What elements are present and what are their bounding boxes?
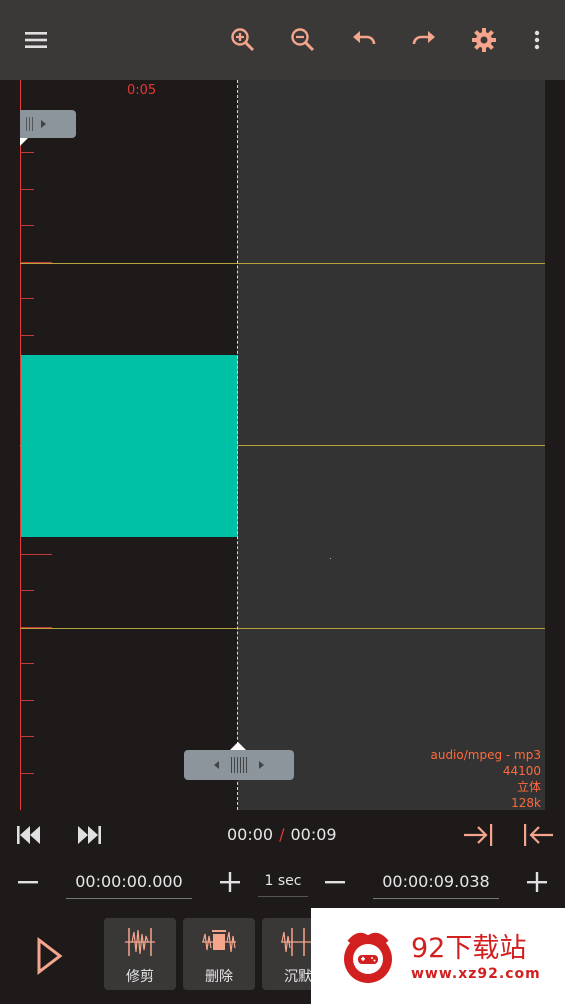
more-vert-icon[interactable] bbox=[517, 20, 557, 60]
top-app-bar bbox=[0, 0, 565, 80]
time-separator: / bbox=[279, 825, 285, 844]
channel-mode: 立体 bbox=[516, 780, 541, 794]
bitrate: 128k bbox=[511, 796, 541, 810]
ruler-tick bbox=[20, 152, 34, 153]
ruler-tick bbox=[20, 189, 34, 190]
ruler-tick bbox=[20, 554, 52, 555]
redo-icon[interactable] bbox=[404, 20, 444, 60]
ruler-tick bbox=[20, 225, 34, 226]
end-minus-icon[interactable] bbox=[321, 868, 349, 896]
settings-icon[interactable] bbox=[464, 20, 504, 60]
trim-button[interactable]: 修剪 bbox=[104, 918, 176, 990]
sample-rate: 44100 bbox=[502, 764, 541, 778]
menu-icon[interactable] bbox=[16, 20, 56, 60]
ruler-tick bbox=[20, 335, 34, 336]
file-info: audio/mpeg - mp3 44100 立体 128k bbox=[430, 747, 541, 811]
total-time: 00:09 bbox=[290, 825, 337, 844]
ruler-tick bbox=[20, 736, 34, 737]
waveform-selection bbox=[21, 355, 238, 537]
ruler-tick bbox=[20, 773, 34, 774]
set-start-arrow-icon[interactable] bbox=[521, 822, 555, 848]
playback-time: 00:00 / 00:09 bbox=[227, 825, 337, 844]
undo-icon[interactable] bbox=[344, 20, 384, 60]
set-end-arrow-icon[interactable] bbox=[462, 822, 496, 848]
channel-guide-line bbox=[20, 628, 545, 629]
delete-button[interactable]: 删除 bbox=[183, 918, 255, 990]
waveform-view[interactable]: 0:05 audio/mpeg - mp3 44100 立体 128k bbox=[0, 80, 565, 810]
play-icon[interactable] bbox=[34, 936, 64, 976]
start-minus-icon[interactable] bbox=[14, 868, 42, 896]
watermark-url: www.xz92.com bbox=[411, 966, 541, 982]
end-plus-icon[interactable] bbox=[523, 868, 551, 896]
ruler-tick bbox=[20, 700, 34, 701]
waveform-sample bbox=[330, 558, 331, 559]
current-time: 00:00 bbox=[227, 825, 274, 844]
time-marker-label: 0:05 bbox=[127, 83, 157, 98]
ruler-tick bbox=[20, 663, 34, 664]
skip-to-end-icon[interactable] bbox=[74, 822, 104, 848]
step-size[interactable]: 1 sec bbox=[258, 873, 308, 897]
waveform-margin bbox=[545, 80, 565, 810]
zoom-in-icon[interactable] bbox=[223, 20, 263, 60]
delete-label: 删除 bbox=[205, 969, 233, 985]
silence-label: 沉默 bbox=[284, 969, 312, 985]
start-time-field[interactable]: 00:00:00.000 bbox=[66, 869, 192, 899]
start-flag-icon bbox=[20, 138, 28, 146]
start-plus-icon[interactable] bbox=[216, 868, 244, 896]
trim-label: 修剪 bbox=[126, 969, 154, 985]
trim-icon bbox=[125, 928, 155, 956]
skip-to-start-icon[interactable] bbox=[14, 822, 44, 848]
watermark-title: 92下载站 bbox=[411, 933, 527, 964]
end-handle[interactable] bbox=[184, 750, 294, 780]
channel-guide-line bbox=[20, 263, 545, 264]
watermark: 92下载站 www.xz92.com bbox=[311, 908, 565, 1004]
file-format: audio/mpeg - mp3 bbox=[430, 748, 541, 762]
transport-bar: 00:00 / 00:09 bbox=[0, 810, 565, 860]
gamepad-logo-icon bbox=[344, 932, 392, 983]
delete-icon bbox=[202, 930, 236, 953]
time-fields: 00:00:00.000 1 sec 00:00:09.038 bbox=[0, 860, 565, 906]
ruler-tick bbox=[20, 298, 34, 299]
start-handle[interactable] bbox=[20, 110, 76, 138]
zoom-out-icon[interactable] bbox=[283, 20, 323, 60]
ruler-tick bbox=[20, 590, 34, 591]
end-caret-icon bbox=[230, 742, 246, 750]
end-time-field[interactable]: 00:00:09.038 bbox=[373, 869, 499, 899]
playhead-cursor[interactable] bbox=[237, 80, 238, 810]
